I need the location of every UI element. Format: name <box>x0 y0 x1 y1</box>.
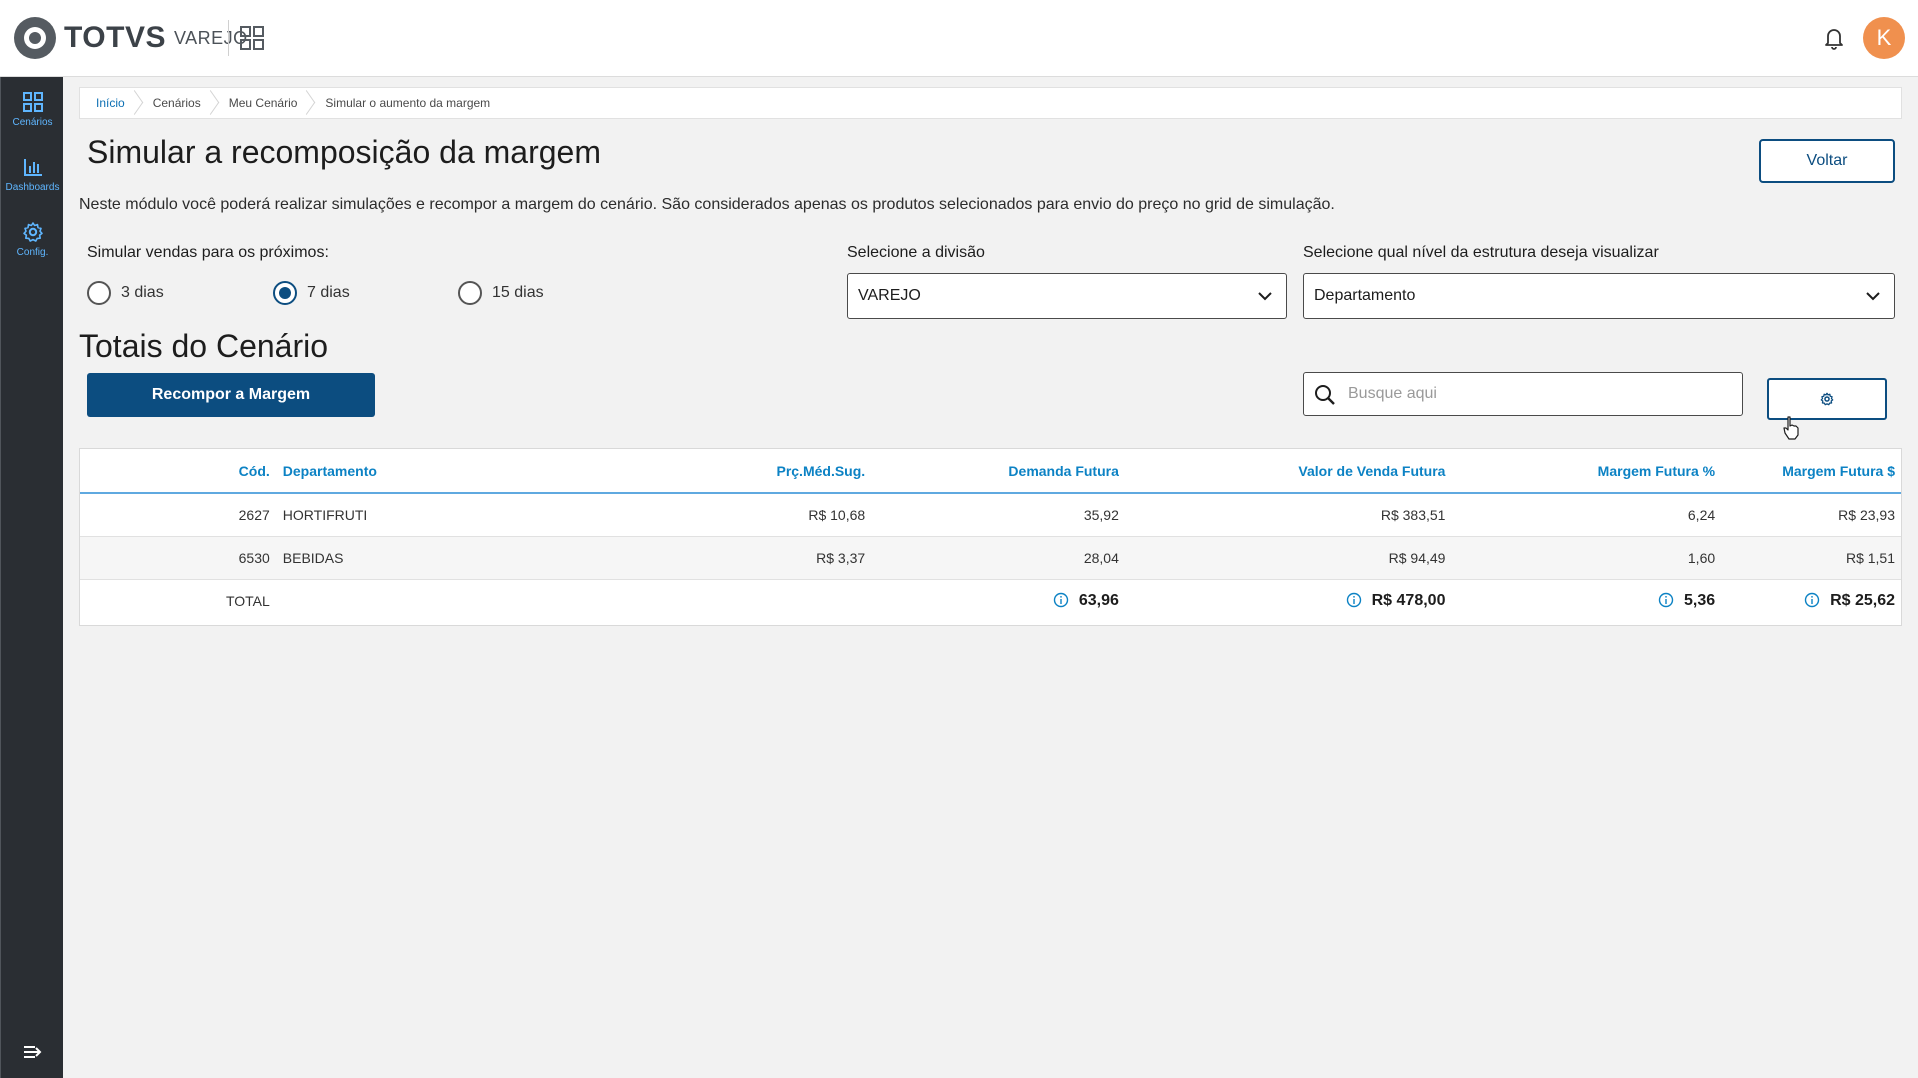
radio-label: 3 dias <box>121 284 164 301</box>
radio-label: 7 dias <box>307 284 350 301</box>
apps-grid-icon[interactable] <box>238 24 266 52</box>
total-margem-pct: 5,36 <box>1445 579 1715 623</box>
structure-value: Departamento <box>1314 287 1416 304</box>
breadcrumb-separator <box>133 87 145 119</box>
notification-bell-icon[interactable] <box>1818 22 1850 54</box>
cell-empty <box>280 579 570 623</box>
scenario-totals-table: Cód. Departamento Prç.Méd.Sug. Demanda F… <box>79 448 1902 626</box>
total-valor: R$ 478,00 <box>1119 579 1446 623</box>
total-margem-pct-value: 5,36 <box>1684 592 1716 610</box>
expand-menu-icon[interactable] <box>21 1040 45 1064</box>
user-avatar[interactable]: K <box>1863 17 1905 59</box>
total-margem-valor-value: R$ 25,62 <box>1830 592 1895 610</box>
cell-preco: R$ 3,37 <box>816 549 866 566</box>
breadcrumb-separator <box>305 87 317 119</box>
cell-cod: 2627 <box>238 506 270 523</box>
total-demanda-value: 63,96 <box>1078 592 1119 610</box>
column-header-cod[interactable]: Cód. <box>80 449 280 493</box>
column-header-margem-futura-valor[interactable]: Margem Futura $ <box>1715 449 1901 493</box>
breadcrumb: Início Cenários Meu Cenário Simular o au… <box>79 87 1902 119</box>
cell-margem-valor: R$ 1,51 <box>1845 549 1895 566</box>
cell-empty <box>569 579 865 623</box>
info-icon[interactable] <box>1658 592 1674 608</box>
table-row[interactable]: 6530 BEBIDAS R$ 3,37 28,04 R$ 94,49 1,60… <box>80 536 1901 579</box>
section-title: Totais do Cenário <box>79 328 329 364</box>
column-header-margem-futura-pct[interactable]: Margem Futura % <box>1445 449 1715 493</box>
column-header-preco-medio[interactable]: Prç.Méd.Sug. <box>569 449 865 493</box>
simulation-label: Simular vendas para os próximos: <box>87 244 329 261</box>
table-row[interactable]: 2627 HORTIFRUTI R$ 10,68 35,92 R$ 383,51… <box>80 493 1901 536</box>
table-header-row: Cód. Departamento Prç.Méd.Sug. Demanda F… <box>80 449 1901 493</box>
cell-preco: R$ 10,68 <box>808 506 866 523</box>
mouse-cursor-icon <box>1783 416 1799 440</box>
total-margem-valor: R$ 25,62 <box>1715 579 1901 623</box>
radio-circle[interactable] <box>87 281 111 305</box>
sidebar-item-label: Dashboards <box>5 182 60 193</box>
sidebar-item-label: Cenários <box>12 117 53 128</box>
division-label: Selecione a divisão <box>847 244 985 261</box>
radio-label: 15 dias <box>492 284 544 301</box>
grid-icon <box>22 92 43 112</box>
breadcrumb-separator <box>209 87 221 119</box>
totvs-logo-icon <box>14 17 56 59</box>
breadcrumb-item-current: Simular o aumento da margem <box>325 96 491 110</box>
page-title: Simular a recomposição da margem <box>87 134 601 170</box>
chevron-down-icon <box>1866 292 1880 301</box>
sidebar-item-label: Config. <box>16 247 49 258</box>
info-icon[interactable] <box>1053 592 1069 608</box>
total-label: TOTAL <box>225 593 270 610</box>
radio-7-dias[interactable]: 7 dias <box>273 281 350 305</box>
bar-chart-icon <box>23 159 42 176</box>
breadcrumb-item-meu-cenario[interactable]: Meu Cenário <box>221 87 318 119</box>
search-input[interactable] <box>1348 381 1728 407</box>
product-name: VAREJO <box>173 27 248 48</box>
column-header-departamento[interactable]: Departamento <box>280 449 570 493</box>
division-select[interactable]: VAREJO <box>847 273 1287 319</box>
search-field[interactable] <box>1303 372 1743 416</box>
info-icon[interactable] <box>1804 592 1820 608</box>
breadcrumb-item-inicio[interactable]: Início <box>88 87 145 119</box>
chevron-down-icon <box>1258 292 1272 301</box>
cell-departamento: HORTIFRUTI <box>282 506 368 523</box>
total-valor-value: R$ 478,00 <box>1371 592 1446 610</box>
table-total-row: TOTAL 63,96 R$ 478,00 5,36 R$ 25,62 <box>80 579 1901 623</box>
column-header-valor-venda-futura[interactable]: Valor de Venda Futura <box>1119 449 1445 493</box>
sidebar-item-dashboards[interactable]: Dashboards <box>1 148 64 206</box>
side-menu: Cenários Dashboards Config. <box>0 77 63 1078</box>
sidebar-item-config[interactable]: Config. <box>1 213 64 271</box>
top-header: TOTVS VAREJO K <box>0 0 1918 77</box>
column-header-demanda-futura[interactable]: Demanda Futura <box>865 449 1118 493</box>
info-icon[interactable] <box>1346 592 1362 608</box>
division-value: VAREJO <box>858 287 921 304</box>
settings-button[interactable] <box>1767 378 1887 420</box>
cell-margem-pct: 6,24 <box>1687 506 1716 523</box>
search-icon <box>1315 385 1335 405</box>
radio-circle-selected[interactable] <box>273 281 297 305</box>
gear-icon <box>1820 392 1834 406</box>
breadcrumb-item-cenarios[interactable]: Cenários <box>145 87 221 119</box>
recompose-margin-button[interactable]: Recompor a Margem <box>87 373 375 417</box>
structure-select[interactable]: Departamento <box>1303 273 1895 319</box>
totvs-logo[interactable]: TOTVS VAREJO <box>14 16 248 60</box>
radio-circle[interactable] <box>458 281 482 305</box>
total-demanda: 63,96 <box>865 579 1119 623</box>
gear-icon <box>22 222 43 242</box>
cell-departamento: BEBIDAS <box>282 549 344 566</box>
page-description: Neste módulo você poderá realizar simula… <box>79 196 1335 213</box>
radio-15-dias[interactable]: 15 dias <box>458 281 544 305</box>
header-divider <box>228 20 229 56</box>
sidebar-item-cenarios[interactable]: Cenários <box>1 83 64 141</box>
cell-margem-valor: R$ 23,93 <box>1838 506 1895 523</box>
back-button[interactable]: Voltar <box>1759 139 1895 183</box>
cell-cod: 6530 <box>238 549 270 566</box>
cell-margem-pct: 1,60 <box>1687 549 1716 566</box>
brand-name: TOTVS <box>64 21 166 54</box>
radio-3-dias[interactable]: 3 dias <box>87 281 164 305</box>
cell-demanda: 35,92 <box>1083 506 1119 523</box>
cell-valor: R$ 94,49 <box>1388 549 1446 566</box>
structure-label: Selecione qual nível da estrutura deseja… <box>1303 244 1659 261</box>
cell-demanda: 28,04 <box>1083 549 1119 566</box>
cell-valor: R$ 383,51 <box>1380 506 1446 523</box>
